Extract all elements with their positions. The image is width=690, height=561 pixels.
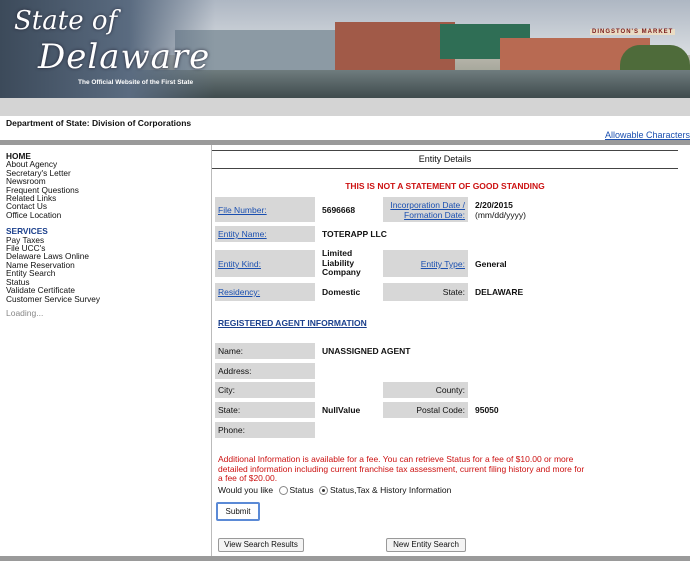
entity-type-value: General: [475, 259, 507, 269]
agent-address-label-cell: Address:: [215, 363, 315, 379]
banner-brick-building: [335, 22, 455, 74]
content-divider: [211, 145, 212, 556]
site-banner: State of Delaware The Official Website o…: [0, 0, 690, 98]
department-title: Department of State: Division of Corpora…: [6, 118, 192, 128]
entity-kind-line-3: Company: [322, 267, 361, 278]
left-navigation: HOME About Agency Secretary's Letter New…: [6, 152, 206, 318]
agent-name-label: Name:: [218, 346, 244, 356]
file-number-label[interactable]: File Number:: [218, 205, 267, 215]
inc-date-format: (mm/dd/yyyy): [475, 210, 526, 220]
state-value: DELAWARE: [475, 287, 524, 297]
full-info-option-label[interactable]: Status,Tax & History Information: [330, 485, 451, 495]
nav-item-entity-search[interactable]: Entity Search: [6, 269, 206, 278]
view-search-results-button[interactable]: View Search Results: [218, 538, 304, 552]
info-option-row: Would you like Status Status,Tax & Histo…: [218, 485, 451, 496]
agent-county-label-cell: County:: [383, 382, 468, 398]
agent-state-label-cell: State:: [215, 402, 315, 418]
header-bar: [0, 98, 690, 116]
new-entity-search-button[interactable]: New Entity Search: [386, 538, 466, 552]
agent-postal-label-cell: Postal Code:: [383, 402, 468, 418]
nav-loading-text: Loading...: [6, 307, 44, 318]
entity-type-label-cell: Entity Type:: [383, 250, 468, 277]
agent-name-label-cell: Name:: [215, 343, 315, 359]
top-separator: [0, 140, 690, 145]
entity-details-title: Entity Details: [212, 150, 678, 169]
inc-date-value: 2/20/2015: [475, 200, 513, 210]
market-sign: DINGSTON'S MARKET: [590, 29, 676, 35]
inc-date-label-2[interactable]: Formation Date:: [404, 210, 465, 220]
agent-postal-value: 95050: [475, 405, 499, 415]
file-number-value: 5696668: [322, 205, 356, 215]
state-label-cell: State:: [383, 283, 468, 301]
agent-county-label: County:: [435, 385, 465, 395]
residency-label-cell: Residency:: [215, 283, 315, 301]
residency-value: Domestic: [322, 287, 361, 297]
agent-state-label: State:: [218, 405, 241, 415]
entity-kind-label-cell: Entity Kind:: [215, 250, 315, 277]
would-you-like-label: Would you like: [218, 485, 274, 495]
bottom-separator: [0, 556, 690, 561]
agent-city-label-cell: City:: [215, 382, 315, 398]
registered-agent-heading[interactable]: REGISTERED AGENT INFORMATION: [218, 318, 367, 328]
status-radio[interactable]: [278, 486, 288, 496]
inc-date-label-1[interactable]: Incorporation Date /: [390, 200, 465, 210]
nav-item-customer-survey[interactable]: Customer Service Survey: [6, 294, 206, 303]
entity-name-value: TOTERAPP LLC: [322, 229, 387, 239]
logo-delaware: Delaware: [38, 37, 211, 77]
nav-item-office-location[interactable]: Office Location: [6, 210, 206, 219]
agent-phone-label: Phone:: [218, 425, 245, 435]
logo-tagline: The Official Website of the First State: [78, 79, 194, 86]
entity-kind-label[interactable]: Entity Kind:: [218, 259, 261, 269]
allowable-characters-link[interactable]: Allowable Characters: [605, 130, 690, 140]
full-info-radio[interactable]: [318, 486, 328, 496]
agent-address-label: Address:: [218, 366, 252, 376]
good-standing-warning: THIS IS NOT A STATEMENT OF GOOD STANDING: [345, 181, 545, 191]
agent-postal-label: Postal Code:: [416, 405, 465, 415]
entity-name-label[interactable]: Entity Name:: [218, 229, 267, 239]
agent-phone-label-cell: Phone:: [215, 422, 315, 438]
state-label: State:: [442, 287, 465, 297]
inc-date-label-cell: Incorporation Date / Formation Date:: [383, 197, 468, 222]
agent-city-label: City:: [218, 385, 235, 395]
agent-name-value: UNASSIGNED AGENT: [322, 346, 411, 356]
residency-label[interactable]: Residency:: [218, 287, 260, 297]
submit-button[interactable]: Submit: [216, 502, 260, 521]
entity-type-label[interactable]: Entity Type:: [421, 259, 465, 269]
additional-info-text: Additional Information is available for …: [218, 454, 585, 484]
entity-kind-value: Limited Liability Company: [322, 248, 361, 278]
agent-state-value: NullValue: [322, 405, 361, 415]
entity-name-label-cell: Entity Name:: [215, 226, 315, 242]
status-option-label[interactable]: Status: [290, 485, 314, 495]
file-number-label-cell: File Number:: [215, 197, 315, 222]
logo-state-of: State of: [14, 6, 118, 36]
